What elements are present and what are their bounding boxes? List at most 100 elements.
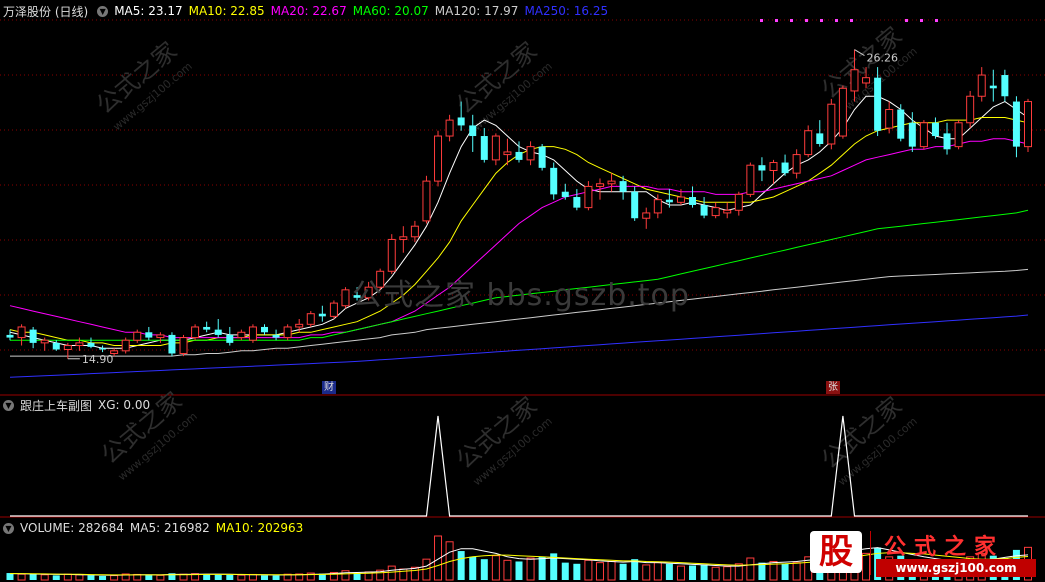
candle-body-down bbox=[52, 342, 60, 350]
candle-body-up bbox=[63, 345, 72, 351]
candle-body-up bbox=[966, 95, 975, 124]
candle-body-up bbox=[734, 193, 743, 211]
candle-body-up bbox=[341, 289, 350, 307]
candle-body-up bbox=[862, 77, 871, 84]
candle-body-up bbox=[653, 199, 662, 214]
volume-bar-down bbox=[689, 565, 697, 580]
candle-body-up bbox=[827, 103, 836, 145]
candle-body-up bbox=[711, 207, 720, 217]
candle-body-up bbox=[387, 238, 396, 272]
candle-body-up bbox=[584, 185, 593, 209]
ma-legend-item: MA10: 22.85 bbox=[188, 4, 265, 18]
candle-body-up bbox=[804, 130, 813, 156]
signal-dot bbox=[835, 19, 838, 22]
xg-value: XG: 0.00 bbox=[98, 398, 151, 412]
candle-body-up bbox=[237, 331, 246, 339]
logo-divider bbox=[870, 531, 871, 575]
sub-pane-header: ▼ 跟庄上车副图 XG: 0.00 bbox=[0, 396, 156, 414]
candle-body-down bbox=[989, 85, 997, 89]
chevron-down-icon[interactable]: ▼ bbox=[3, 399, 14, 411]
volume-bar-up bbox=[40, 574, 49, 581]
candle-body-down bbox=[1012, 101, 1020, 147]
low-price-label: 14.90 bbox=[82, 353, 114, 366]
candle-body-down bbox=[931, 122, 939, 137]
candle-body-up bbox=[179, 337, 188, 354]
candle-body-down bbox=[87, 342, 95, 347]
candle-body-down bbox=[897, 109, 905, 139]
candle-body-up bbox=[769, 162, 778, 172]
candle-body-down bbox=[1001, 75, 1009, 97]
ma-legend-item: MA250: 16.25 bbox=[524, 4, 609, 18]
candle-body-down bbox=[874, 77, 882, 131]
candle-body-up bbox=[133, 331, 142, 341]
volume-bar-down bbox=[700, 564, 708, 580]
signal-dot bbox=[775, 19, 778, 22]
candle-body-down bbox=[619, 181, 627, 192]
ma-line-ma250 bbox=[9, 314, 1029, 378]
candle-body-up bbox=[642, 212, 651, 219]
candle-body-up bbox=[399, 236, 408, 240]
candle-body-up bbox=[156, 334, 165, 339]
candle-body-up bbox=[838, 87, 847, 137]
candle-body-up bbox=[40, 339, 49, 344]
candle-body-up bbox=[595, 183, 604, 187]
badge-finance[interactable]: 财 bbox=[322, 381, 336, 394]
signal-dot bbox=[935, 19, 938, 22]
candle-body-down bbox=[631, 191, 639, 219]
volume-bar-down bbox=[469, 556, 477, 580]
volume-bar-up bbox=[341, 570, 350, 581]
candle-body-up bbox=[676, 196, 685, 203]
candle-body-down bbox=[261, 326, 268, 333]
candle-body-up bbox=[75, 342, 84, 347]
volume-bar-down bbox=[480, 559, 488, 580]
candle-body-down bbox=[908, 122, 916, 147]
volume-bar-down bbox=[573, 563, 581, 580]
candle-body-down bbox=[29, 329, 37, 343]
volume-bar-down bbox=[457, 551, 465, 580]
candle-body-up bbox=[121, 339, 130, 352]
volume-bar-down bbox=[538, 556, 546, 580]
candle-body-down bbox=[758, 165, 766, 171]
volume-bar-up bbox=[503, 559, 512, 581]
candle-body-down bbox=[214, 329, 222, 335]
chevron-down-icon[interactable]: ▼ bbox=[97, 5, 109, 17]
signal-dot bbox=[820, 19, 823, 22]
volume-bar-up bbox=[711, 566, 720, 581]
candle-body-up bbox=[503, 151, 512, 156]
signal-dot bbox=[760, 19, 763, 22]
candle-body-up bbox=[526, 146, 535, 161]
candle-body-up bbox=[329, 302, 338, 317]
volume-bar-up bbox=[653, 562, 662, 581]
logo-glyph: 股 bbox=[810, 531, 862, 573]
volume-bar-up bbox=[584, 559, 593, 581]
volume-bar-down bbox=[52, 575, 60, 580]
candle-body-down bbox=[168, 334, 176, 354]
candle-body-down bbox=[318, 313, 326, 317]
volume-bar-down bbox=[665, 563, 673, 580]
ma-legend: MA5: 23.17 MA10: 22.85 MA20: 22.67 MA60: 20… bbox=[114, 4, 614, 18]
volume-bar-down bbox=[145, 575, 153, 580]
candle-body-up bbox=[306, 313, 315, 325]
volume-bar-up bbox=[792, 562, 801, 581]
candle-body-up bbox=[434, 135, 443, 182]
sub-indicator-title: 跟庄上车副图 bbox=[20, 398, 93, 413]
volume-bar-down bbox=[203, 574, 211, 580]
candle-body-down bbox=[203, 326, 211, 330]
volume-bar-down bbox=[29, 573, 37, 580]
signal-dot bbox=[790, 19, 793, 22]
candle-body-up bbox=[17, 326, 26, 339]
candle-body-up bbox=[445, 119, 454, 137]
volume-bar-down bbox=[561, 562, 569, 580]
badge-rise[interactable]: 张 bbox=[826, 381, 840, 394]
volume-bar-up bbox=[607, 560, 616, 581]
chevron-down-icon[interactable]: ▼ bbox=[3, 522, 14, 534]
candle-body-up bbox=[283, 326, 292, 339]
signal-dot bbox=[920, 19, 923, 22]
candle-body-up bbox=[919, 122, 928, 148]
volume-bar-down bbox=[87, 575, 95, 580]
candle-body-down bbox=[226, 334, 234, 343]
volume-bar-up bbox=[75, 574, 84, 581]
candle-body-down bbox=[943, 133, 951, 150]
candle-body-down bbox=[816, 133, 824, 144]
watermark-text: 公式之家 bbs.gszb.top bbox=[352, 278, 690, 313]
